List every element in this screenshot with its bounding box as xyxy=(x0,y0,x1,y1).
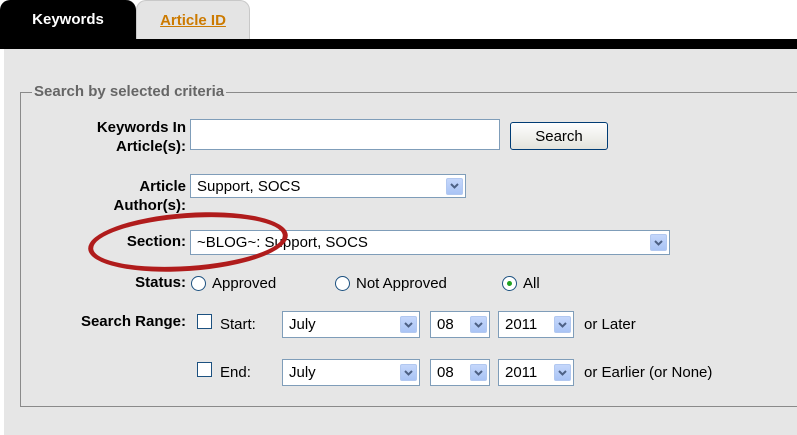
chevron-down-icon xyxy=(554,316,571,333)
search-range-label: Search Range: xyxy=(80,313,186,330)
end-checkbox[interactable] xyxy=(197,362,212,377)
start-checkbox[interactable] xyxy=(197,314,212,329)
tab-keywords[interactable]: Keywords xyxy=(0,0,136,39)
start-suffix: or Later xyxy=(584,316,636,333)
author-label: Article Author(s): xyxy=(113,178,186,214)
search-button[interactable]: Search xyxy=(510,122,608,150)
chevron-down-icon xyxy=(400,364,417,381)
start-day-select[interactable]: 08 xyxy=(430,311,490,338)
chevron-down-icon xyxy=(650,234,667,251)
start-year-select[interactable]: 2011 xyxy=(498,311,574,338)
tab-bar xyxy=(0,39,797,49)
keywords-label: Keywords In Article(s): xyxy=(96,119,186,155)
fieldset-legend: Search by selected criteria xyxy=(32,83,227,100)
tab-article-id-label: Article ID xyxy=(160,11,226,29)
tab-article-id[interactable]: Article ID xyxy=(136,0,250,39)
start-month-select[interactable]: July xyxy=(282,311,420,338)
status-approved-radio[interactable] xyxy=(191,276,206,291)
start-label: Start: xyxy=(220,316,256,333)
status-all-label: All xyxy=(523,275,540,292)
end-day-select[interactable]: 08 xyxy=(430,359,490,386)
chevron-down-icon xyxy=(446,177,463,195)
status-not-approved-radio[interactable] xyxy=(335,276,350,291)
status-not-approved-label: Not Approved xyxy=(356,275,447,292)
chevron-down-icon xyxy=(554,364,571,381)
end-suffix: or Earlier (or None) xyxy=(584,364,713,381)
author-select[interactable]: Support, SOCS xyxy=(190,174,466,198)
status-all-radio[interactable] xyxy=(502,276,517,291)
end-month-select[interactable]: July xyxy=(282,359,420,386)
tab-keywords-label: Keywords xyxy=(32,11,104,28)
end-year-select[interactable]: 2011 xyxy=(498,359,574,386)
chevron-down-icon xyxy=(470,316,487,333)
keywords-input[interactable] xyxy=(190,119,500,150)
chevron-down-icon xyxy=(470,364,487,381)
status-approved-label: Approved xyxy=(212,275,277,292)
chevron-down-icon xyxy=(400,316,417,333)
status-label: Status: xyxy=(135,274,186,291)
end-label: End: xyxy=(220,364,251,381)
